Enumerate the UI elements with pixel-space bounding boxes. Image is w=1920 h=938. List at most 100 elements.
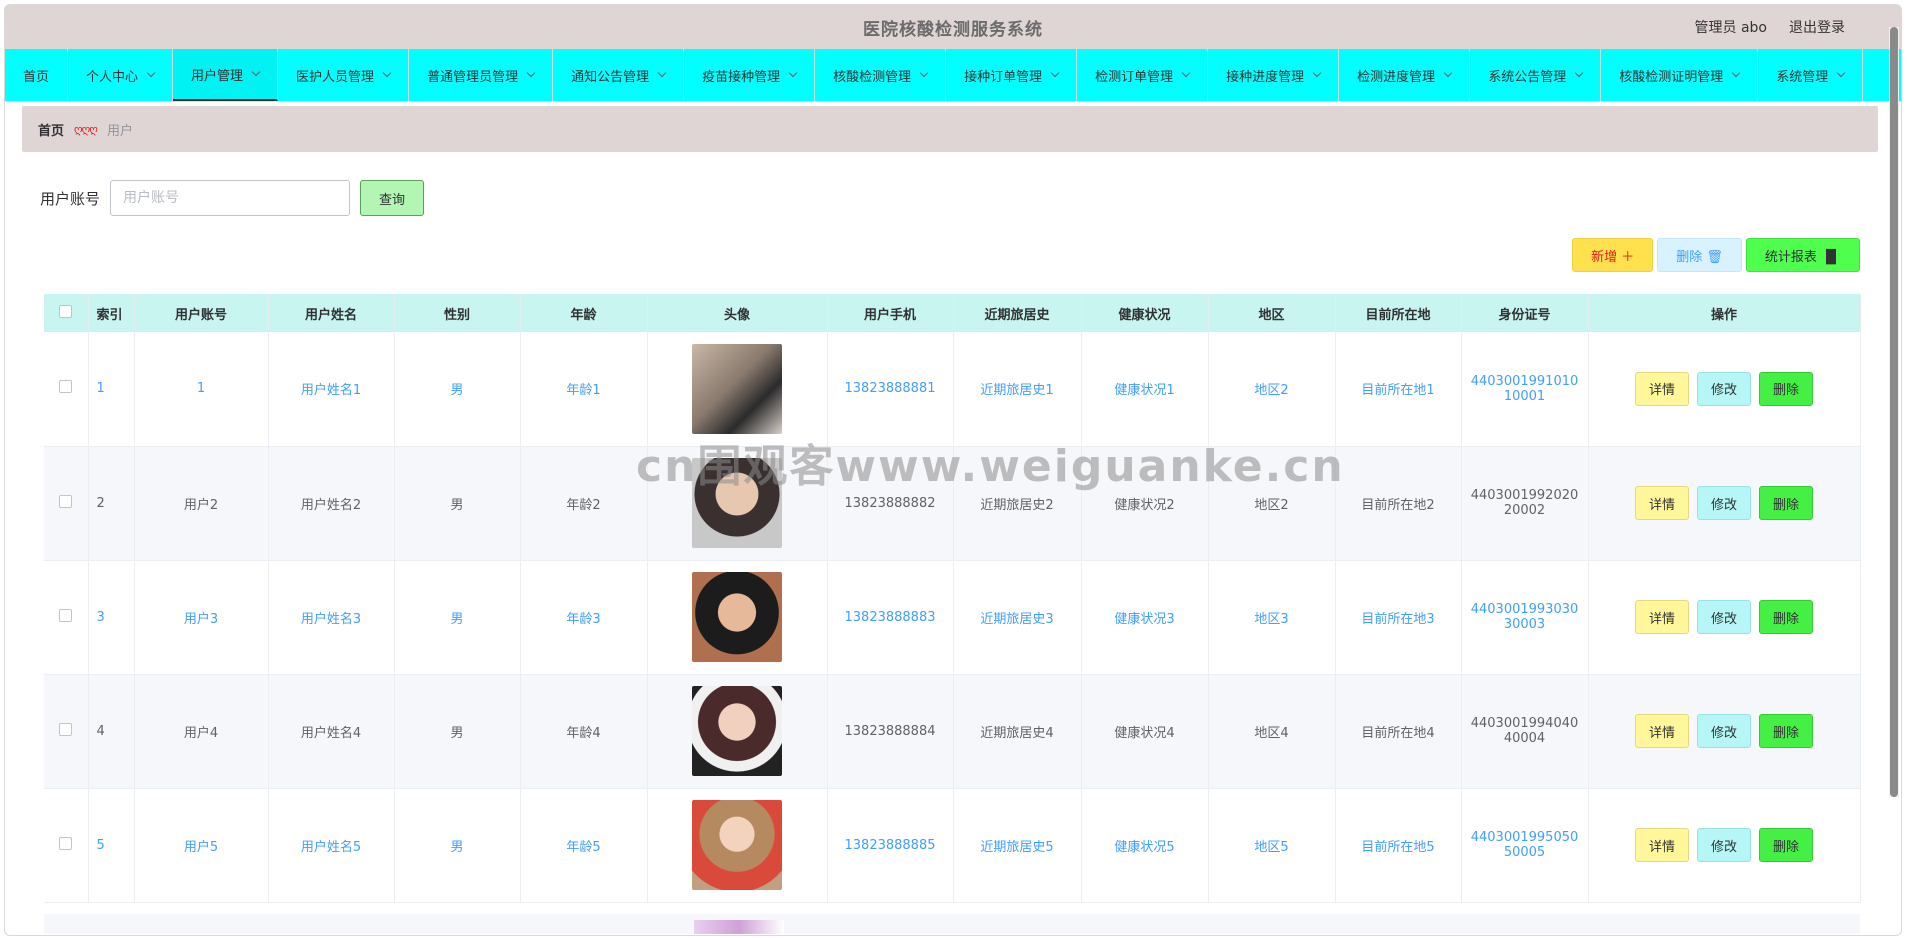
row-select-cell[interactable] [44, 332, 89, 447]
chevron-down-icon [251, 67, 261, 77]
nav-item-7[interactable]: 核酸检测管理 [815, 49, 947, 101]
cell-account: 用户5 [134, 788, 269, 903]
chevron-down-icon [1731, 68, 1741, 78]
chevron-down-icon [382, 68, 392, 78]
account-search-input[interactable] [110, 180, 351, 216]
detail-button[interactable]: 详情 [1635, 371, 1689, 406]
chevron-down-icon [1181, 68, 1191, 78]
avatar [692, 686, 782, 776]
cell-phone: 13823888881 [827, 332, 954, 447]
column-header-2: 用户姓名 [268, 294, 395, 332]
cell-location: 目前所在地4 [1335, 674, 1462, 789]
cell-health: 健康状况5 [1081, 788, 1209, 903]
column-header-4: 年龄 [520, 294, 648, 332]
column-header-11: 身份证号 [1461, 294, 1589, 332]
query-button[interactable]: 查询 [360, 180, 425, 216]
row-actions: 详情 修改 删除 [1588, 446, 1861, 561]
row-checkbox[interactable] [59, 836, 73, 850]
chevron-down-icon [1312, 68, 1322, 78]
cell-name: 用户姓名4 [268, 674, 395, 789]
cell-phone: 13823888883 [827, 560, 954, 675]
edit-button[interactable]: 修改 [1697, 486, 1751, 520]
breadcrumb-home[interactable]: 首页 [38, 120, 64, 139]
row-select-cell[interactable] [44, 560, 89, 675]
edit-button[interactable]: 修改 [1697, 828, 1751, 862]
nav-item-5[interactable]: 通知公告管理 [553, 49, 685, 101]
nav-item-2[interactable]: 用户管理 [173, 49, 279, 101]
select-all-header[interactable] [44, 294, 89, 332]
select-all-checkbox[interactable] [59, 304, 73, 318]
row-checkbox[interactable] [59, 380, 73, 394]
delete-button[interactable]: 删除 [1759, 371, 1813, 406]
row-select-cell[interactable] [44, 446, 89, 561]
row-actions: 详情 修改 删除 [1588, 332, 1861, 447]
nav-item-13[interactable]: 核酸检测证明管理 [1601, 49, 1759, 101]
row-checkbox[interactable] [59, 608, 73, 622]
cell-region: 地区2 [1208, 446, 1336, 561]
row-checkbox[interactable] [59, 494, 73, 508]
table-row: 3 用户3 用户姓名3 男年龄3 13823888883 近期旅居史3 健康状况3 地区3 目前… [44, 560, 1861, 675]
nav-item-label: 接种进度管理 [1226, 69, 1305, 85]
nav-item-1[interactable]: 个人中心 [68, 49, 174, 101]
page-scrollbar[interactable] [1889, 27, 1899, 797]
delete-button[interactable]: 删除 [1759, 714, 1813, 748]
chevron-down-icon [919, 68, 929, 78]
table-row: 4 用户4 用户姓名4 男年龄4 13823888884 近期旅居史4 健康状况4 地区4 目前… [44, 674, 1861, 789]
detail-button[interactable]: 详情 [1635, 600, 1689, 634]
nav-item-label: 检测订单管理 [1095, 69, 1174, 85]
row-select-cell[interactable] [44, 788, 89, 903]
nav-item-12[interactable]: 系统公告管理 [1470, 49, 1602, 101]
logout-link[interactable]: 退出登录 [1789, 17, 1845, 37]
batch-delete-button[interactable]: 删除 🗑 [1657, 238, 1742, 272]
edit-button[interactable]: 修改 [1697, 600, 1751, 634]
chevron-down-icon [788, 68, 798, 78]
edit-button[interactable]: 修改 [1697, 371, 1751, 406]
cell-idcard: 440300199505050005 [1461, 788, 1589, 903]
delete-button[interactable]: 删除 [1759, 828, 1813, 862]
cell-age: 年龄1 [520, 332, 648, 447]
title-bar: 医院核酸检测服务系统 管理员 abo 退出登录 [5, 5, 1901, 49]
edit-button[interactable]: 修改 [1697, 714, 1751, 748]
main-nav: 首页 个人中心 用户管理 医护人员管理 普通管理员管理 通知公告管理 疫苗接种管理 核酸检测管… [5, 49, 1901, 102]
nav-item-10[interactable]: 接种进度管理 [1208, 49, 1340, 101]
column-header-7: 近期旅居史 [953, 294, 1082, 332]
nav-item-label: 系统管理 [1776, 69, 1829, 85]
detail-button[interactable]: 详情 [1635, 828, 1689, 862]
avatar-cell [647, 332, 828, 447]
statistics-button[interactable]: 统计报表 ▐▌ [1745, 238, 1860, 272]
scrollbar-thumb[interactable] [1890, 27, 1898, 797]
cell-phone: 13823888882 [827, 446, 954, 561]
row-select-cell[interactable] [44, 674, 89, 789]
row-checkbox[interactable] [59, 722, 73, 736]
cell-location: 目前所在地5 [1335, 788, 1462, 903]
avatar-cell [647, 674, 828, 789]
detail-button[interactable]: 详情 [1635, 714, 1689, 748]
cell-idcard: 440300199303030003 [1461, 560, 1589, 675]
nav-item-14[interactable]: 系统管理 [1758, 49, 1864, 101]
cell-age: 年龄4 [520, 674, 648, 789]
cell-location: 目前所在地1 [1335, 332, 1462, 447]
detail-button[interactable]: 详情 [1635, 486, 1689, 520]
nav-item-label: 系统公告管理 [1488, 69, 1567, 85]
nav-item-6[interactable]: 疫苗接种管理 [684, 49, 816, 101]
nav-item-9[interactable]: 检测订单管理 [1077, 49, 1209, 101]
delete-button[interactable]: 删除 [1759, 486, 1813, 520]
row-actions: 详情 修改 删除 [1588, 674, 1861, 789]
nav-item-11[interactable]: 检测进度管理 [1339, 49, 1471, 101]
cell-travel: 近期旅居史5 [953, 788, 1082, 903]
nav-item-label: 医护人员管理 [296, 69, 375, 85]
nav-item-3[interactable]: 医护人员管理 [278, 49, 410, 101]
nav-item-8[interactable]: 接种订单管理 [946, 49, 1078, 101]
system-title: 医院核酸检测服务系统 [863, 19, 1043, 40]
avatar [692, 343, 782, 434]
row-index: 5 [88, 788, 135, 903]
nav-item-4[interactable]: 普通管理员管理 [409, 49, 554, 101]
breadcrumb-current: 用户 [106, 123, 133, 139]
row-actions: 详情 修改 删除 [1588, 560, 1861, 675]
delete-button[interactable]: 删除 [1759, 600, 1813, 634]
chevron-down-icon [1443, 68, 1453, 78]
nav-item-0[interactable]: 首页 [5, 49, 69, 101]
table-body: 1 1 用户姓名1 男年龄1 13823888881 近期旅居史1 健康状况1 地区2 目前所在… [44, 332, 1861, 903]
cell-health: 健康状况2 [1081, 446, 1209, 561]
add-button[interactable]: 新增 ＋ [1572, 238, 1654, 272]
